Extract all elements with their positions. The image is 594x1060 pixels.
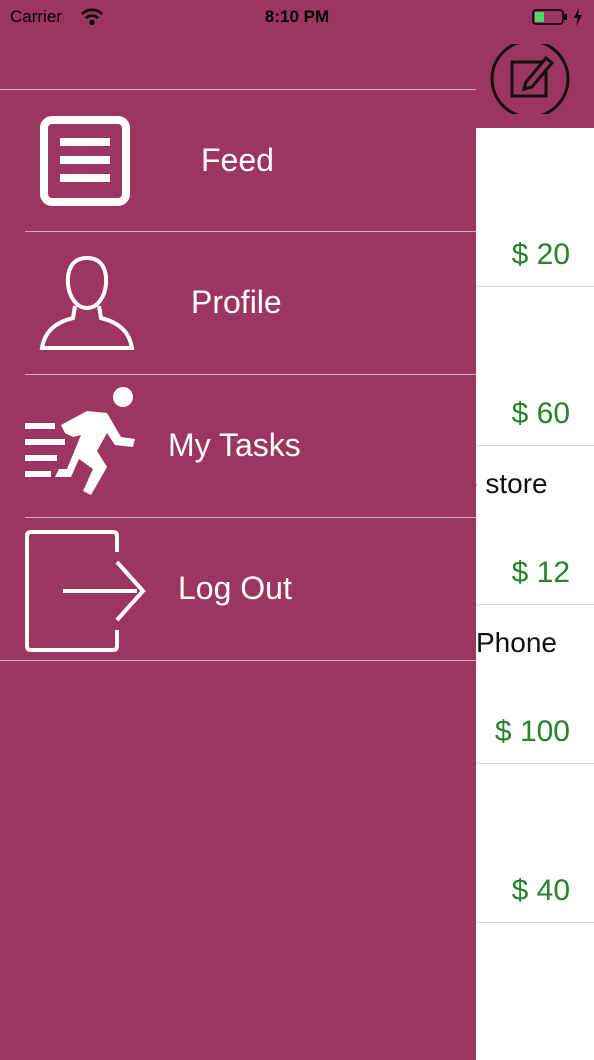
side-menu: Feed Profile My Tasks Log Out <box>0 34 476 1060</box>
menu-item-my-tasks[interactable]: My Tasks <box>0 375 476 518</box>
task-row[interactable]: $ 40 <box>476 764 594 923</box>
task-price: $ 100 <box>494 715 570 748</box>
task-price: $ 12 <box>511 556 570 589</box>
menu-label: Log Out <box>178 570 292 606</box>
menu-item-feed[interactable]: Feed <box>0 90 476 233</box>
feed-icon <box>40 116 130 206</box>
menu-item-profile[interactable]: Profile <box>0 232 476 375</box>
task-list: $ 20 $ 60 e store $ 12 Phone $ 100 $ 40 <box>476 128 594 1060</box>
task-title: e store <box>476 468 548 499</box>
profile-icon <box>39 255 135 350</box>
menu-label: Feed <box>201 142 274 178</box>
task-row[interactable]: $ 20 <box>476 128 594 287</box>
task-price: $ 40 <box>511 874 570 907</box>
menu-divider <box>0 660 476 661</box>
menu-label: My Tasks <box>168 427 301 463</box>
task-row[interactable]: e store $ 12 <box>476 446 594 605</box>
menu-label: Profile <box>191 284 282 320</box>
compose-icon[interactable] <box>490 44 570 114</box>
task-title: Phone <box>476 627 557 658</box>
status-time: 8:10 PM <box>264 7 330 26</box>
battery-icon <box>532 9 567 25</box>
status-bar: Carrier 8:10 PM <box>0 0 594 34</box>
task-price: $ 20 <box>511 238 570 271</box>
charging-icon <box>574 8 582 26</box>
task-row[interactable]: Phone $ 100 <box>476 605 594 764</box>
menu-item-log-out[interactable]: Log Out <box>0 518 476 661</box>
logout-icon <box>25 530 146 652</box>
running-icon <box>25 387 135 495</box>
task-price: $ 60 <box>511 397 570 430</box>
task-row[interactable]: $ 60 <box>476 287 594 446</box>
